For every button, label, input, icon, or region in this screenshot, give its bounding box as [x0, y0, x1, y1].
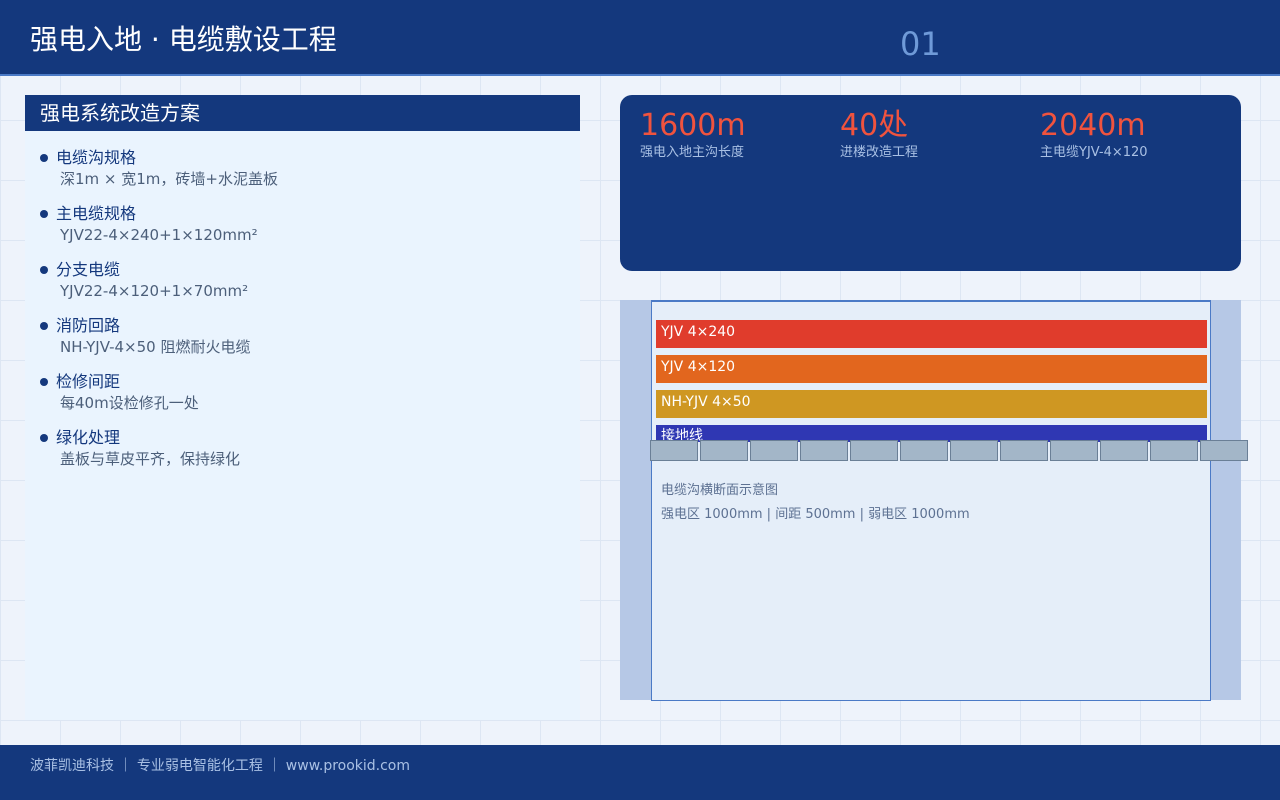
cover-plate — [1050, 440, 1098, 461]
spec-label: 电缆沟规格 — [56, 148, 137, 167]
cover-plate — [700, 440, 748, 461]
stat-caption: 强电入地主沟长度 — [640, 145, 745, 160]
cover-plate — [1000, 440, 1048, 461]
stat-caption: 主电缆YJV-4×120 — [1040, 145, 1148, 160]
bullet-icon — [40, 378, 48, 386]
footer-text: 波菲凯迪科技 ｜ 专业弱电智能化工程 ｜ www.prookid.com — [30, 758, 411, 774]
spec-item-maintenance: 检修间距 每40m设检修孔一处 — [40, 371, 580, 413]
cover-plate — [950, 440, 998, 461]
diagram-dimensions: 强电区 1000mm | 间距 500mm | 弱电区 1000mm — [661, 507, 970, 522]
page-footer: 波菲凯迪科技 ｜ 专业弱电智能化工程 ｜ www.prookid.com — [0, 745, 1280, 800]
cover-plate — [750, 440, 798, 461]
spec-value: YJV22-4×240+1×120mm² — [60, 226, 258, 244]
stat-main-cable: 2040m 主电缆YJV-4×120 — [1040, 107, 1148, 161]
stat-value: 1600m — [640, 108, 746, 143]
bullet-icon — [40, 154, 48, 162]
cover-plate — [1200, 440, 1248, 461]
bullet-icon — [40, 434, 48, 442]
plan-panel-title: 强电系统改造方案 — [25, 95, 580, 131]
spec-label: 分支电缆 — [56, 260, 121, 279]
spec-item-trench: 电缆沟规格 深1m × 宽1m，砖墙+水泥盖板 — [40, 147, 580, 189]
spec-label: 消防回路 — [56, 316, 121, 335]
cover-plate — [800, 440, 848, 461]
bullet-icon — [40, 266, 48, 274]
page-number: 01 — [900, 25, 941, 63]
spec-value: NH-YJV-4×50 阻燃耐火电缆 — [60, 338, 251, 356]
cable-yjv-240: YJV 4×240 — [656, 320, 1207, 348]
spec-label: 绿化处理 — [56, 428, 121, 447]
spec-value: 盖板与草皮平齐，保持绿化 — [60, 450, 241, 468]
cover-plate — [650, 440, 698, 461]
trench-diagram: YJV 4×240 YJV 4×120 NH-YJV 4×50 接地线 电缆沟横… — [620, 300, 1248, 701]
cover-plate — [1150, 440, 1198, 461]
bullet-icon — [40, 322, 48, 330]
cable-yjv-120: YJV 4×120 — [656, 355, 1207, 383]
stat-value: 40处 — [840, 108, 909, 143]
stat-trench-length: 1600m 强电入地主沟长度 — [640, 107, 746, 161]
cable-nh-yjv-50: NH-YJV 4×50 — [656, 390, 1207, 418]
spec-value: YJV22-4×120+1×70mm² — [60, 282, 249, 300]
spec-value: 深1m × 宽1m，砖墙+水泥盖板 — [60, 170, 278, 188]
cover-plate — [900, 440, 948, 461]
bullet-icon — [40, 210, 48, 218]
page-title: 强电入地 · 电缆敷设工程 — [30, 23, 337, 56]
spec-item-main-cable: 主电缆规格 YJV22-4×240+1×120mm² — [40, 203, 580, 245]
stat-caption: 进楼改造工程 — [840, 145, 919, 160]
cover-plate — [1100, 440, 1148, 461]
trench-cross-section: YJV 4×240 YJV 4×120 NH-YJV 4×50 接地线 电缆沟横… — [651, 300, 1211, 701]
plan-panel: 强电系统改造方案 电缆沟规格 深1m × 宽1m，砖墙+水泥盖板 主电缆规格 Y… — [25, 95, 580, 720]
spec-label: 检修间距 — [56, 372, 121, 391]
stats-card: 1600m 强电入地主沟长度 40处 进楼改造工程 2040m 主电缆YJV-4… — [620, 95, 1241, 271]
spec-item-branch-cable: 分支电缆 YJV22-4×120+1×70mm² — [40, 259, 580, 301]
cover-plate — [850, 440, 898, 461]
spec-list: 电缆沟规格 深1m × 宽1m，砖墙+水泥盖板 主电缆规格 YJV22-4×24… — [25, 131, 580, 469]
diagram-caption: 电缆沟横断面示意图 — [661, 483, 779, 498]
spec-label: 主电缆规格 — [56, 204, 137, 223]
spec-item-fire-circuit: 消防回路 NH-YJV-4×50 阻燃耐火电缆 — [40, 315, 580, 357]
spec-item-greening: 绿化处理 盖板与草皮平齐，保持绿化 — [40, 427, 580, 469]
page-header: 强电入地 · 电缆敷设工程 01 — [0, 0, 1280, 76]
spec-value: 每40m设检修孔一处 — [60, 394, 199, 412]
stat-building-works: 40处 进楼改造工程 — [840, 107, 918, 161]
stat-value: 2040m — [1040, 108, 1146, 143]
